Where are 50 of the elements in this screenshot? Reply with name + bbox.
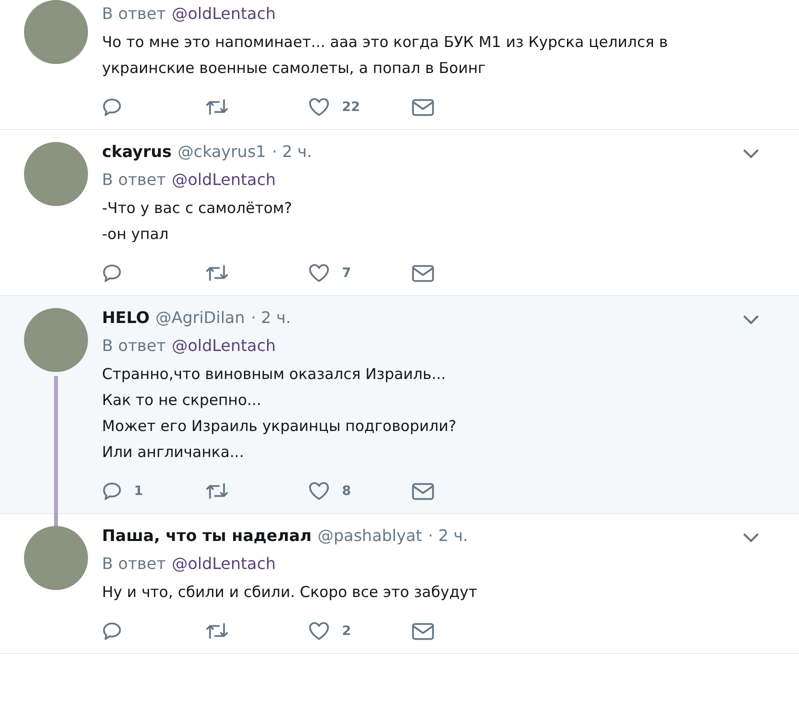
heart-icon[interactable] xyxy=(308,263,330,283)
reply-label: В ответ xyxy=(102,4,166,23)
tweet-text: Ну и что, сбили и сбили. Скоро все это забудут xyxy=(102,582,478,603)
retweet-icon[interactable] xyxy=(205,97,229,117)
speech-bubble-icon[interactable] xyxy=(102,97,122,117)
user-name[interactable]: ckayrus xyxy=(102,142,172,161)
envelope-icon[interactable] xyxy=(411,481,435,501)
user-handle[interactable]: @AgriDilan xyxy=(156,308,245,327)
speech-bubble-icon[interactable] xyxy=(102,621,122,641)
speech-bubble-icon[interactable] xyxy=(102,263,122,283)
like-count: 7 xyxy=(342,266,352,280)
tweet-text: Как то не скрепно... xyxy=(102,390,262,411)
chevron-down-icon[interactable] xyxy=(743,149,759,159)
reply-label: В ответ xyxy=(102,554,166,573)
tweet-text: украинские военные самолеты, а попал в Боинг xyxy=(102,58,487,79)
reply-link[interactable]: @oldLentach xyxy=(172,4,276,23)
speech-bubble-icon[interactable] xyxy=(102,481,122,501)
tweet-time[interactable]: · 2 ч. xyxy=(272,142,312,161)
user-name[interactable]: Паша, что ты наделал xyxy=(102,526,312,545)
heart-icon[interactable] xyxy=(308,481,330,501)
tweet-text: Странно,что виновным оказался Израиль... xyxy=(102,364,447,385)
tweet-text: Или англичанка... xyxy=(102,442,245,463)
reply-link[interactable]: @oldLentach xyxy=(172,336,276,355)
user-name[interactable]: HELO xyxy=(102,308,150,327)
chevron-down-icon[interactable] xyxy=(743,315,759,325)
heart-icon[interactable] xyxy=(308,621,330,641)
envelope-icon[interactable] xyxy=(411,621,435,641)
tweet-text: -Что у вас с самолётом? xyxy=(102,198,294,219)
reply-count: 1 xyxy=(134,484,144,498)
retweet-icon[interactable] xyxy=(205,481,229,501)
tweet-text: Чо то мне это напоминает... ааа это когда БУК М1 из Курска целился в xyxy=(102,32,669,53)
chevron-down-icon[interactable] xyxy=(743,533,759,543)
envelope-icon[interactable] xyxy=(411,97,435,117)
like-count: 2 xyxy=(342,624,352,638)
reply-label: В ответ xyxy=(102,170,166,189)
reply-link[interactable]: @oldLentach xyxy=(172,170,276,189)
like-count: 8 xyxy=(342,484,352,498)
retweet-icon[interactable] xyxy=(205,263,229,283)
tweet-text: Может его Израиль украинцы подговорили? xyxy=(102,416,458,437)
user-handle[interactable]: @ckayrus1 xyxy=(178,142,266,161)
envelope-icon[interactable] xyxy=(411,263,435,283)
user-handle[interactable]: @pashablyat xyxy=(318,526,422,545)
reply-label: В ответ xyxy=(102,336,166,355)
like-count: 22 xyxy=(342,100,360,114)
heart-icon[interactable] xyxy=(308,97,330,117)
retweet-icon[interactable] xyxy=(205,621,229,641)
tweet-time[interactable]: · 2 ч. xyxy=(428,526,468,545)
tweet-text: -он упал xyxy=(102,224,170,245)
tweet-time[interactable]: · 2 ч. xyxy=(250,308,291,327)
reply-link[interactable]: @oldLentach xyxy=(172,554,276,573)
